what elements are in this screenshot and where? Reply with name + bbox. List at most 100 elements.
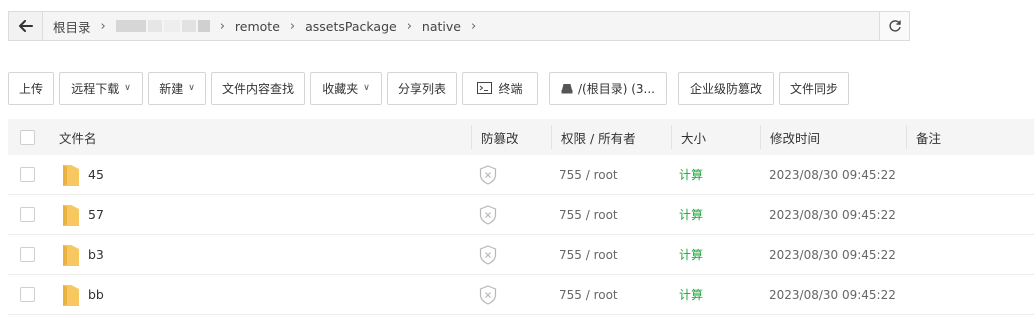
file-name[interactable]: b3 bbox=[88, 247, 104, 262]
row-checkbox[interactable] bbox=[20, 167, 35, 182]
chevron-right-icon: › bbox=[470, 18, 477, 34]
tamper-cell[interactable] bbox=[479, 195, 497, 234]
tamper-cell[interactable] bbox=[479, 275, 497, 314]
terminal-button[interactable]: 终端 bbox=[462, 71, 538, 105]
chevron-down-icon: ∨ bbox=[363, 83, 370, 93]
path-bar: 根目录 › › remote › assetsPackage › native … bbox=[8, 11, 910, 41]
perm-owner[interactable]: 755 / root bbox=[559, 288, 618, 302]
disk-button[interactable]: /(根目录) (3... bbox=[549, 71, 667, 105]
row-checkbox[interactable] bbox=[20, 247, 35, 262]
new-button[interactable]: 新建 ∨ bbox=[148, 71, 206, 105]
shield-x-icon bbox=[479, 284, 497, 305]
breadcrumb-redacted[interactable] bbox=[115, 20, 210, 32]
header-perm[interactable]: 权限 / 所有者 bbox=[561, 119, 636, 155]
terminal-icon bbox=[477, 82, 493, 94]
header-note-label: 备注 bbox=[916, 130, 942, 146]
shield-x-icon bbox=[479, 204, 497, 225]
tamper-cell[interactable] bbox=[479, 235, 497, 274]
chevron-down-icon: ∨ bbox=[188, 83, 195, 93]
shield-x-icon bbox=[479, 244, 497, 265]
modified-time: 2023/08/30 09:45:22 bbox=[769, 167, 896, 182]
back-button[interactable] bbox=[9, 12, 43, 40]
header-name[interactable]: 文件名 bbox=[59, 119, 97, 155]
file-name[interactable]: 57 bbox=[88, 207, 104, 222]
select-all-checkbox[interactable] bbox=[20, 129, 35, 145]
share-list-label: 分享列表 bbox=[397, 81, 446, 96]
folder-icon bbox=[63, 284, 79, 306]
row-checkbox[interactable] bbox=[20, 207, 35, 222]
file-name-cell[interactable]: b3 bbox=[62, 235, 104, 274]
header-size-label: 大小 bbox=[681, 130, 707, 146]
file-name-cell[interactable]: 57 bbox=[62, 195, 104, 234]
calc-size-link[interactable]: 计算 bbox=[679, 286, 703, 303]
tamper-proof-button[interactable]: 企业级防篡改 bbox=[678, 71, 774, 105]
file-name[interactable]: bb bbox=[88, 287, 104, 302]
disk-icon bbox=[561, 83, 573, 93]
refresh-icon bbox=[888, 20, 901, 32]
remote-download-label: 远程下载 bbox=[71, 81, 120, 96]
file-name[interactable]: 45 bbox=[88, 167, 104, 182]
chevron-right-icon: › bbox=[289, 18, 296, 34]
shield-x-icon bbox=[479, 164, 497, 185]
breadcrumb-segment[interactable]: remote bbox=[235, 19, 280, 34]
table-row[interactable]: b3 755 / root 计算 2023/08/30 09:45:22 bbox=[8, 235, 1034, 275]
header-tamper[interactable]: 防篡改 bbox=[481, 119, 519, 155]
breadcrumb-root[interactable]: 根目录 bbox=[53, 17, 91, 36]
breadcrumb-segment[interactable]: assetsPackage bbox=[305, 19, 397, 34]
chevron-right-icon: › bbox=[100, 18, 106, 34]
perm-owner[interactable]: 755 / root bbox=[559, 208, 618, 222]
file-sync-button[interactable]: 文件同步 bbox=[779, 71, 849, 105]
chevron-down-icon: ∨ bbox=[124, 83, 131, 93]
file-sync-label: 文件同步 bbox=[789, 81, 838, 96]
calc-size-link[interactable]: 计算 bbox=[679, 166, 703, 183]
breadcrumb-segment[interactable]: native bbox=[422, 19, 461, 34]
refresh-button[interactable] bbox=[879, 12, 909, 40]
upload-label: 上传 bbox=[18, 81, 43, 96]
column-divider bbox=[551, 125, 552, 149]
upload-button[interactable]: 上传 bbox=[8, 71, 54, 105]
arrow-left-icon bbox=[18, 20, 33, 32]
content-search-button[interactable]: 文件内容查找 bbox=[211, 71, 305, 105]
remote-download-button[interactable]: 远程下载 ∨ bbox=[59, 71, 143, 105]
calc-size-link[interactable]: 计算 bbox=[679, 246, 703, 263]
calc-size-link[interactable]: 计算 bbox=[679, 206, 703, 223]
column-divider bbox=[906, 125, 907, 149]
perm-owner[interactable]: 755 / root bbox=[559, 168, 618, 182]
modified-time: 2023/08/30 09:45:22 bbox=[769, 287, 896, 302]
breadcrumb: 根目录 › › remote › assetsPackage › native … bbox=[43, 12, 879, 40]
table-row[interactable]: 45 755 / root 计算 2023/08/30 09:45:22 bbox=[8, 155, 1034, 195]
share-list-button[interactable]: 分享列表 bbox=[387, 71, 457, 105]
favorites-button[interactable]: 收藏夹 ∨ bbox=[310, 71, 382, 105]
header-size[interactable]: 大小 bbox=[681, 119, 706, 155]
column-divider bbox=[471, 125, 472, 149]
content-search-label: 文件内容查找 bbox=[221, 81, 294, 96]
header-mtime-label: 修改时间 bbox=[770, 130, 821, 146]
table-header: 文件名 防篡改 权限 / 所有者 大小 修改时间 备注 bbox=[8, 119, 1034, 155]
modified-time: 2023/08/30 09:45:22 bbox=[769, 247, 896, 262]
chevron-right-icon: › bbox=[406, 18, 412, 34]
tamper-cell[interactable] bbox=[479, 155, 497, 194]
column-divider bbox=[671, 125, 672, 149]
folder-icon bbox=[63, 164, 79, 186]
perm-owner[interactable]: 755 / root bbox=[559, 248, 618, 262]
file-name-cell[interactable]: bb bbox=[62, 275, 104, 314]
folder-icon bbox=[63, 204, 79, 226]
file-name-cell[interactable]: 45 bbox=[62, 155, 104, 194]
header-tamper-label: 防篡改 bbox=[481, 130, 519, 146]
header-note: 备注 bbox=[916, 119, 941, 155]
modified-time: 2023/08/30 09:45:22 bbox=[769, 207, 896, 222]
file-table: 文件名 防篡改 权限 / 所有者 大小 修改时间 备注 45 755 / roo… bbox=[8, 119, 1034, 315]
disk-label: /(根目录) (3... bbox=[578, 81, 655, 96]
header-perm-label: 权限 / 所有者 bbox=[561, 130, 636, 146]
new-label: 新建 bbox=[159, 81, 184, 96]
table-row[interactable]: bb 755 / root 计算 2023/08/30 09:45:22 bbox=[8, 275, 1034, 315]
folder-icon bbox=[63, 244, 79, 266]
tamper-proof-label: 企业级防篡改 bbox=[689, 81, 762, 96]
header-name-label: 文件名 bbox=[59, 130, 97, 146]
table-row[interactable]: 57 755 / root 计算 2023/08/30 09:45:22 bbox=[8, 195, 1034, 235]
favorites-label: 收藏夹 bbox=[322, 81, 359, 96]
header-mtime[interactable]: 修改时间 bbox=[770, 119, 820, 155]
chevron-right-icon: › bbox=[219, 18, 225, 34]
terminal-label: 终端 bbox=[498, 81, 523, 96]
row-checkbox[interactable] bbox=[20, 287, 35, 302]
